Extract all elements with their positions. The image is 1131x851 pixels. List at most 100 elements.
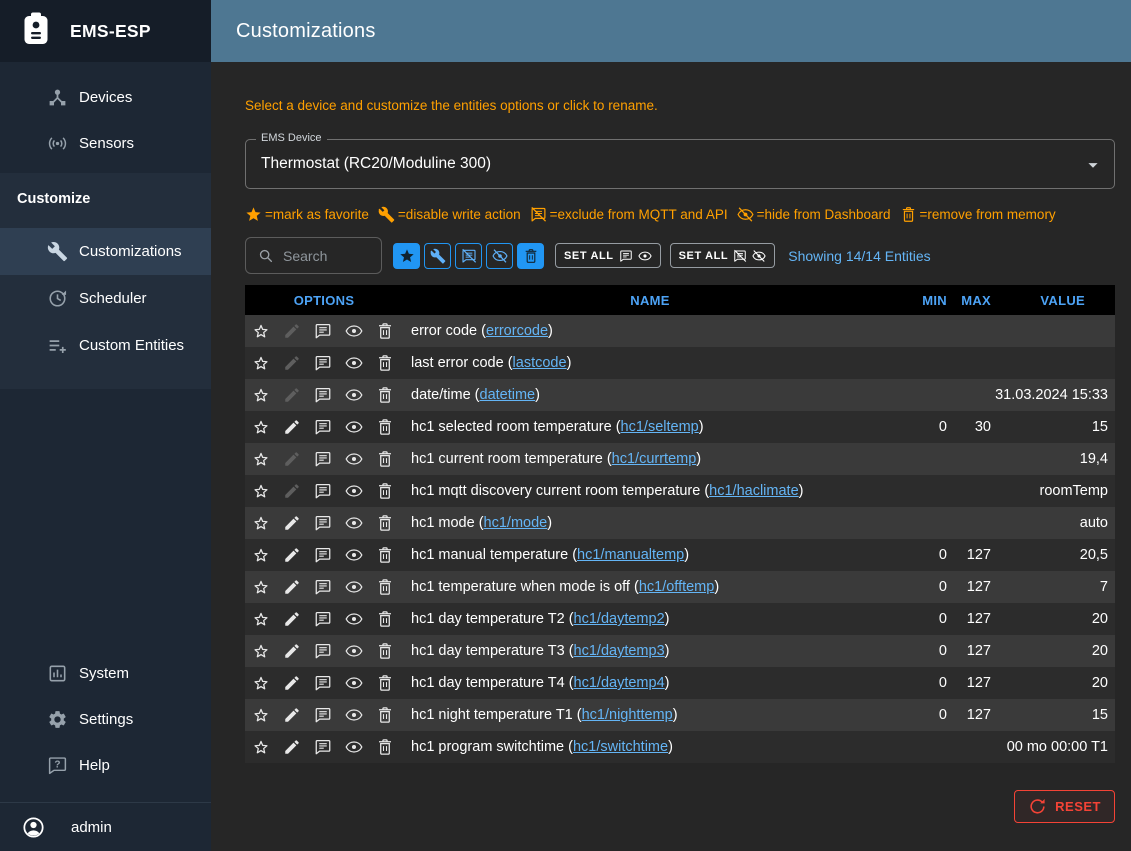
filter-favorites-button[interactable] (393, 243, 420, 269)
exclude-mqtt-toggle[interactable] (314, 674, 332, 692)
favorite-toggle[interactable] (252, 418, 270, 436)
rename-button[interactable] (283, 482, 301, 500)
exclude-mqtt-toggle[interactable] (314, 386, 332, 404)
entity-shortname-link[interactable]: hc1/currtemp (612, 451, 697, 467)
exclude-mqtt-toggle[interactable] (314, 418, 332, 436)
visibility-toggle[interactable] (345, 706, 363, 724)
remove-memory-toggle[interactable] (376, 642, 394, 660)
entity-shortname-link[interactable]: hc1/haclimate (709, 483, 798, 499)
sidebar-item-system[interactable]: System (0, 650, 211, 696)
favorite-toggle[interactable] (252, 354, 270, 372)
visibility-toggle[interactable] (345, 450, 363, 468)
remove-memory-toggle[interactable] (376, 450, 394, 468)
filter-disabled-write-button[interactable] (424, 243, 451, 269)
search-input[interactable] (281, 247, 369, 265)
favorite-toggle[interactable] (252, 706, 270, 724)
rename-button[interactable] (283, 578, 301, 596)
sidebar-user[interactable]: admin (0, 802, 211, 851)
set-all-hide-button[interactable]: SET ALL (670, 243, 776, 268)
exclude-mqtt-toggle[interactable] (314, 706, 332, 724)
sidebar-item-settings[interactable]: Settings (0, 696, 211, 742)
favorite-toggle[interactable] (252, 386, 270, 404)
visibility-toggle[interactable] (345, 578, 363, 596)
favorite-toggle[interactable] (252, 482, 270, 500)
sidebar-item-devices[interactable]: Devices (0, 74, 211, 120)
filter-excluded-mqtt-button[interactable] (455, 243, 482, 269)
rename-button[interactable] (283, 738, 301, 756)
rename-button[interactable] (283, 450, 301, 468)
exclude-mqtt-toggle[interactable] (314, 514, 332, 532)
exclude-mqtt-toggle[interactable] (314, 738, 332, 756)
visibility-toggle[interactable] (345, 642, 363, 660)
visibility-toggle[interactable] (345, 482, 363, 500)
remove-memory-toggle[interactable] (376, 674, 394, 692)
remove-memory-toggle[interactable] (376, 322, 394, 340)
exclude-mqtt-toggle[interactable] (314, 578, 332, 596)
visibility-toggle[interactable] (345, 738, 363, 756)
exclude-mqtt-toggle[interactable] (314, 610, 332, 628)
exclude-mqtt-toggle[interactable] (314, 354, 332, 372)
remove-memory-toggle[interactable] (376, 738, 394, 756)
set-all-show-button[interactable]: SET ALL (555, 243, 661, 268)
remove-memory-toggle[interactable] (376, 514, 394, 532)
rename-button[interactable] (283, 642, 301, 660)
entity-shortname-link[interactable]: hc1/manualtemp (577, 547, 684, 563)
rename-button[interactable] (283, 674, 301, 692)
entity-shortname-link[interactable]: hc1/daytemp3 (574, 643, 665, 659)
exclude-mqtt-toggle[interactable] (314, 546, 332, 564)
favorite-toggle[interactable] (252, 546, 270, 564)
filter-hidden-button[interactable] (486, 243, 513, 269)
visibility-toggle[interactable] (345, 674, 363, 692)
favorite-toggle[interactable] (252, 738, 270, 756)
favorite-toggle[interactable] (252, 450, 270, 468)
exclude-mqtt-toggle[interactable] (314, 482, 332, 500)
rename-button[interactable] (283, 354, 301, 372)
entity-shortname-link[interactable]: hc1/nighttemp (582, 707, 673, 723)
remove-memory-toggle[interactable] (376, 386, 394, 404)
visibility-toggle[interactable] (345, 514, 363, 532)
favorite-toggle[interactable] (252, 322, 270, 340)
favorite-toggle[interactable] (252, 578, 270, 596)
rename-button[interactable] (283, 418, 301, 436)
remove-memory-toggle[interactable] (376, 546, 394, 564)
remove-memory-toggle[interactable] (376, 354, 394, 372)
sidebar-item-custom-entities[interactable]: Custom Entities (0, 322, 211, 369)
visibility-toggle[interactable] (345, 610, 363, 628)
entity-shortname-link[interactable]: hc1/seltemp (621, 419, 699, 435)
entity-shortname-link[interactable]: hc1/mode (484, 515, 548, 531)
rename-button[interactable] (283, 706, 301, 724)
visibility-toggle[interactable] (345, 386, 363, 404)
reset-button[interactable]: RESET (1014, 790, 1115, 823)
rename-button[interactable] (283, 386, 301, 404)
visibility-toggle[interactable] (345, 546, 363, 564)
entity-shortname-link[interactable]: errorcode (486, 323, 548, 339)
entity-shortname-link[interactable]: lastcode (513, 355, 567, 371)
entity-shortname-link[interactable]: hc1/daytemp4 (574, 675, 665, 691)
filter-removed-button[interactable] (517, 243, 544, 269)
favorite-toggle[interactable] (252, 674, 270, 692)
remove-memory-toggle[interactable] (376, 610, 394, 628)
remove-memory-toggle[interactable] (376, 418, 394, 436)
sidebar-item-sensors[interactable]: Sensors (0, 120, 211, 166)
rename-button[interactable] (283, 610, 301, 628)
exclude-mqtt-toggle[interactable] (314, 450, 332, 468)
sidebar-item-customizations[interactable]: Customizations (0, 228, 211, 275)
visibility-toggle[interactable] (345, 354, 363, 372)
entity-shortname-link[interactable]: datetime (480, 387, 536, 403)
entity-shortname-link[interactable]: hc1/switchtime (573, 739, 668, 755)
exclude-mqtt-toggle[interactable] (314, 642, 332, 660)
remove-memory-toggle[interactable] (376, 578, 394, 596)
ems-device-select[interactable]: EMS Device Thermostat (RC20/Moduline 300… (245, 139, 1115, 189)
rename-button[interactable] (283, 546, 301, 564)
remove-memory-toggle[interactable] (376, 482, 394, 500)
sidebar-item-help[interactable]: ?Help (0, 742, 211, 788)
rename-button[interactable] (283, 514, 301, 532)
favorite-toggle[interactable] (252, 514, 270, 532)
visibility-toggle[interactable] (345, 418, 363, 436)
exclude-mqtt-toggle[interactable] (314, 322, 332, 340)
favorite-toggle[interactable] (252, 610, 270, 628)
entity-shortname-link[interactable]: hc1/daytemp2 (574, 611, 665, 627)
remove-memory-toggle[interactable] (376, 706, 394, 724)
entity-shortname-link[interactable]: hc1/offtemp (639, 579, 715, 595)
visibility-toggle[interactable] (345, 322, 363, 340)
